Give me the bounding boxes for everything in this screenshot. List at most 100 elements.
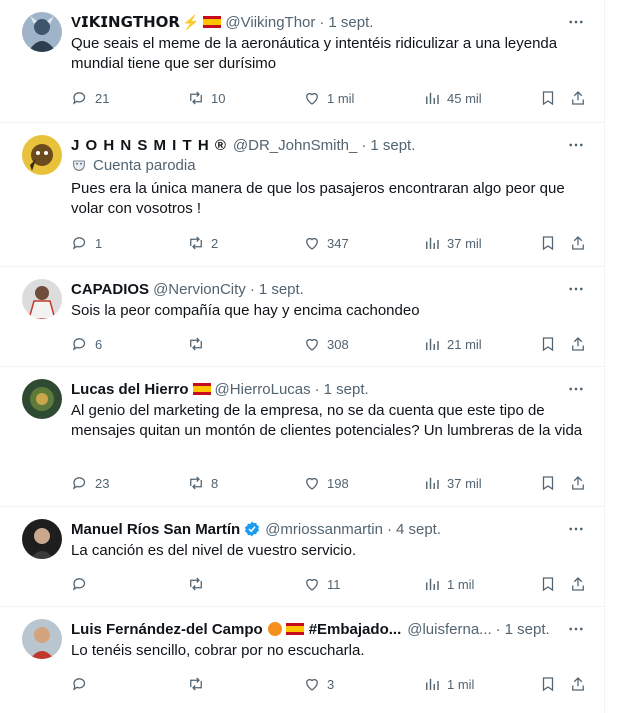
tweet-actions: 23 8 198 37 mil: [71, 473, 599, 493]
avatar[interactable]: [22, 379, 62, 419]
repost-button[interactable]: 2: [187, 233, 218, 253]
repost-icon: [190, 476, 202, 490]
avatar[interactable]: [22, 619, 62, 659]
timestamp[interactable]: 1 sept.: [324, 381, 369, 398]
repost-button[interactable]: 8: [187, 473, 218, 493]
like-count: 1 mil: [327, 90, 355, 106]
parody-label: Cuenta parodia: [71, 155, 592, 175]
handle[interactable]: @NervionCity: [153, 281, 246, 298]
views-button[interactable]: 21 mil: [423, 334, 482, 354]
reply-button[interactable]: 6: [71, 334, 102, 354]
tweet[interactable]: Lucas del Hierro @HierroLucas · 1 sept. …: [0, 367, 604, 507]
share-button[interactable]: [569, 334, 587, 354]
reply-button[interactable]: 21: [71, 88, 109, 108]
more-options-icon[interactable]: [566, 279, 586, 299]
handle[interactable]: @ViikingThor: [225, 14, 315, 31]
display-name[interactable]: Manuel Ríos San Martín: [71, 521, 240, 538]
timestamp[interactable]: 4 sept.: [396, 521, 441, 538]
repost-button[interactable]: 10: [187, 88, 225, 108]
tweet[interactable]: CAPADIOS @NervionCity · 1 sept. Sois la …: [0, 267, 604, 367]
parody-text: Cuenta parodia: [93, 156, 196, 174]
share-button[interactable]: [569, 574, 587, 594]
more-options-icon[interactable]: [566, 379, 586, 399]
like-button[interactable]: 198: [303, 473, 349, 493]
like-count: 3: [327, 676, 335, 692]
reply-button[interactable]: 1: [71, 233, 102, 253]
avatar[interactable]: [22, 279, 62, 319]
bookmark-button[interactable]: [539, 473, 557, 493]
views-icon: [426, 678, 439, 690]
display-name[interactable]: CAPADIOS: [71, 281, 149, 298]
tweet[interactable]: Luis Fernández-del Campo #Embajado... @l…: [0, 607, 604, 713]
avatar[interactable]: [22, 135, 62, 175]
like-button[interactable]: 1 mil: [303, 88, 354, 108]
views-button[interactable]: 37 mil: [423, 473, 482, 493]
tweet[interactable]: Manuel Ríos San Martín @mriossanmartin ·…: [0, 507, 604, 607]
separator-dot: ·: [386, 520, 392, 538]
handle[interactable]: @HierroLucas: [215, 381, 311, 398]
more-options-icon[interactable]: [566, 12, 586, 32]
display-name-suffix[interactable]: #Embajado...: [309, 621, 402, 638]
share-button[interactable]: [569, 674, 587, 694]
repost-icon: [190, 577, 202, 591]
share-button[interactable]: [569, 88, 587, 108]
reply-button[interactable]: [71, 574, 95, 594]
bookmark-button[interactable]: [539, 674, 557, 694]
bookmark-icon: [542, 91, 554, 106]
share-button[interactable]: [569, 233, 587, 253]
tweet[interactable]: V𝗜𝗞𝗜𝗡𝗚𝗧𝗛𝗢𝗥 ⚡ @ViikingThor · 1 sept. Que …: [0, 0, 604, 123]
avatar[interactable]: [22, 519, 62, 559]
bookmark-button[interactable]: [539, 334, 557, 354]
repost-button[interactable]: [187, 674, 211, 694]
more-options-icon[interactable]: [566, 519, 586, 539]
tweet[interactable]: J O H N S M I T H ® @DR_JohnSmith_ · 1 s…: [0, 123, 604, 267]
like-button[interactable]: 347: [303, 233, 349, 253]
bookmark-button[interactable]: [539, 88, 557, 108]
handle[interactable]: @DR_JohnSmith_: [233, 137, 357, 154]
like-button[interactable]: 308: [303, 334, 349, 354]
display-name[interactable]: J O H N S M I T H ®: [71, 137, 227, 154]
lightning-emoji: ⚡: [181, 13, 200, 30]
repost-button[interactable]: [187, 574, 211, 594]
like-count: 308: [327, 336, 349, 352]
views-button[interactable]: 45 mil: [423, 88, 482, 108]
views-count: 1 mil: [447, 676, 475, 692]
display-name[interactable]: Lucas del Hierro: [71, 381, 189, 398]
handle[interactable]: @luisferna...: [407, 621, 491, 638]
more-options-icon[interactable]: [566, 619, 586, 639]
share-button[interactable]: [569, 473, 587, 493]
views-icon: [426, 578, 439, 590]
views-button[interactable]: 1 mil: [423, 574, 474, 594]
avatar[interactable]: [22, 12, 62, 52]
repost-icon: [190, 236, 202, 250]
views-button[interactable]: 37 mil: [423, 233, 482, 253]
timestamp[interactable]: 1 sept.: [505, 621, 550, 638]
views-icon: [426, 477, 439, 489]
like-count: 347: [327, 235, 349, 251]
share-icon: [572, 337, 584, 351]
verified-badge-icon[interactable]: [243, 520, 261, 538]
reply-count: 23: [95, 475, 110, 491]
display-name[interactable]: Luis Fernández-del Campo: [71, 621, 263, 638]
like-count: 11: [327, 576, 341, 592]
reply-button[interactable]: [71, 674, 95, 694]
views-count: 21 mil: [447, 336, 482, 352]
like-button[interactable]: 11: [303, 574, 341, 594]
timestamp[interactable]: 1 sept.: [370, 137, 415, 154]
bookmark-button[interactable]: [539, 574, 557, 594]
reply-icon: [72, 237, 86, 250]
bookmark-button[interactable]: [539, 233, 557, 253]
timestamp[interactable]: 1 sept.: [259, 281, 304, 298]
reply-button[interactable]: 23: [71, 473, 109, 493]
more-options-icon[interactable]: [566, 135, 586, 155]
display-name[interactable]: V𝗜𝗞𝗜𝗡𝗚𝗧𝗛𝗢𝗥: [71, 13, 180, 31]
bookmark-icon: [542, 337, 554, 352]
share-icon: [572, 91, 584, 105]
like-button[interactable]: 3: [303, 674, 334, 694]
tweet-actions: 3 1 mil: [71, 674, 599, 694]
views-button[interactable]: 1 mil: [423, 674, 474, 694]
tweet-text: Que seais el meme de la aeronáutica y in…: [71, 35, 558, 72]
handle[interactable]: @mriossanmartin: [265, 521, 383, 538]
timestamp[interactable]: 1 sept.: [328, 14, 373, 31]
repost-button[interactable]: [187, 334, 211, 354]
